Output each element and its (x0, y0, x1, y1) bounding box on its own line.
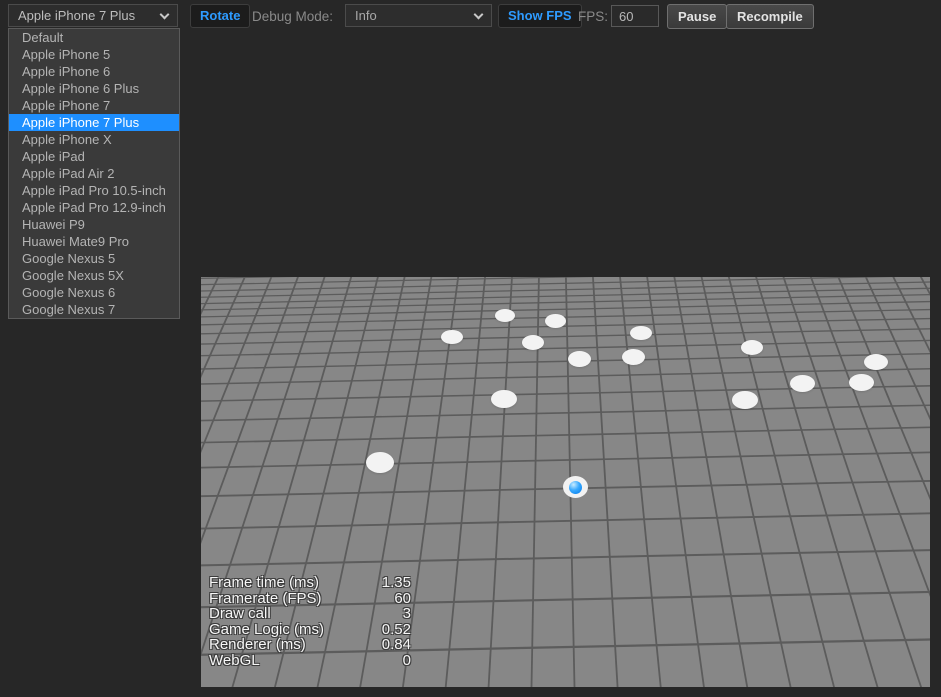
device-select-value: Apple iPhone 7 Plus (18, 8, 136, 23)
stats-overlay: Frame time (ms) 1.35 Framerate (FPS) 60 Draw… (209, 575, 411, 668)
device-option[interactable]: Apple iPhone X (9, 131, 179, 148)
device-option[interactable]: Apple iPhone 5 (9, 46, 179, 63)
device-option[interactable]: Google Nexus 7 (9, 301, 179, 318)
stat-label: Renderer (ms) (209, 636, 306, 653)
stat-label: Frame time (ms) (209, 574, 319, 591)
stat-value: 0 (402, 651, 411, 669)
device-option[interactable]: Apple iPhone 7 (9, 97, 179, 114)
debug-mode-select[interactable]: Info (345, 4, 492, 27)
device-option[interactable]: Apple iPad Pro 12.9-inch (9, 199, 179, 216)
stat-label: Game Logic (ms) (209, 620, 325, 638)
fps-label: FPS: (578, 9, 609, 24)
chevron-down-icon (159, 9, 170, 20)
device-option[interactable]: Google Nexus 5X (9, 267, 179, 284)
recompile-button[interactable]: Recompile (726, 4, 814, 29)
fps-input[interactable] (611, 5, 659, 27)
stat-label: WebGL (209, 651, 260, 669)
device-option[interactable]: Huawei P9 (9, 216, 179, 233)
stat-value: 0.52 (381, 620, 411, 638)
white-ball (848, 373, 874, 391)
debug-mode-label: Debug Mode: (252, 9, 334, 24)
white-ball (732, 391, 758, 409)
pause-button[interactable]: Pause (667, 4, 728, 29)
white-ball (522, 334, 544, 350)
stat-label: Framerate (FPS) (209, 589, 322, 607)
stat-value: 1.35 (381, 574, 411, 591)
device-option[interactable]: Apple iPhone 6 Plus (9, 80, 179, 97)
device-select[interactable]: Apple iPhone 7 Plus (8, 4, 178, 27)
white-ball (741, 339, 763, 355)
device-option[interactable]: Huawei Mate9 Pro (9, 233, 179, 250)
device-option[interactable]: Default (9, 29, 179, 46)
stat-value: 3 (402, 605, 411, 622)
stats-row: Framerate (FPS) 60 (209, 589, 411, 607)
player-ball (562, 476, 588, 498)
device-option[interactable]: Google Nexus 5 (9, 250, 179, 267)
white-ball (630, 326, 652, 340)
stat-value: 60 (394, 589, 411, 607)
white-ball (441, 330, 463, 344)
rotate-button[interactable]: Rotate (190, 4, 251, 28)
white-ball (491, 390, 517, 408)
device-dropdown: Default Apple iPhone 5 Apple iPhone 6 Apple… (8, 28, 180, 319)
white-ball (495, 308, 515, 322)
player-ball-core (568, 480, 582, 494)
stats-row: Game Logic (ms) 0.52 (209, 620, 411, 638)
stat-label: Draw call (209, 605, 271, 622)
white-ball (366, 451, 394, 473)
device-option[interactable]: Google Nexus 6 (9, 284, 179, 301)
device-option[interactable]: Apple iPhone 6 (9, 63, 179, 80)
stats-row: Draw call 3 (209, 606, 411, 622)
white-ball (544, 314, 566, 328)
device-option[interactable]: Apple iPad (9, 148, 179, 165)
device-option[interactable]: Apple iPad Air 2 (9, 165, 179, 182)
device-option[interactable]: Apple iPhone 7 Plus (9, 114, 179, 131)
stat-value: 0.84 (381, 636, 411, 653)
debug-mode-select-value: Info (355, 8, 377, 23)
game-viewport[interactable]: Frame time (ms) 1.35 Framerate (FPS) 60 Draw… (201, 277, 930, 687)
stats-row: WebGL 0 (209, 651, 411, 669)
white-ball (567, 351, 591, 367)
device-option[interactable]: Apple iPad Pro 10.5-inch (9, 182, 179, 199)
white-ball (621, 349, 645, 365)
white-ball (789, 374, 815, 392)
show-fps-button[interactable]: Show FPS (498, 4, 582, 28)
chevron-down-icon (473, 9, 484, 20)
white-ball (864, 354, 888, 370)
stats-row: Frame time (ms) 1.35 (209, 575, 411, 591)
stats-row: Renderer (ms) 0.84 (209, 637, 411, 653)
